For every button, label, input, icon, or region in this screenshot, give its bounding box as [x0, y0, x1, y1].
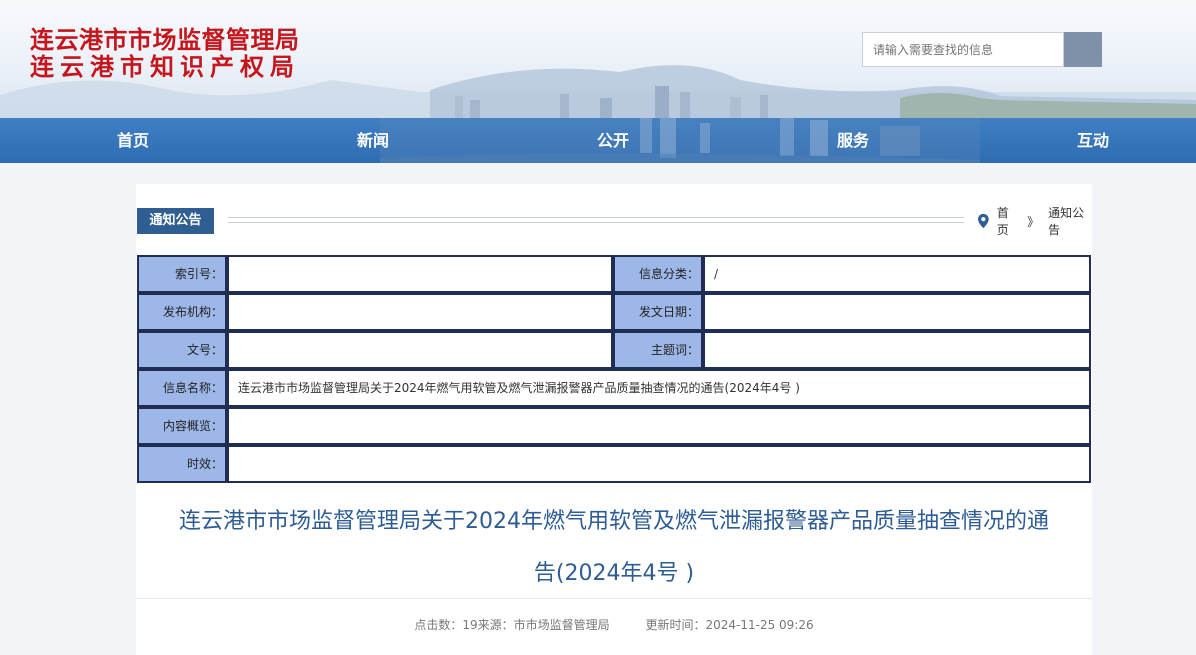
- site-logo[interactable]: 连云港市市场监督管理局 连云港市知识产权局: [30, 26, 300, 80]
- nav-item-home[interactable]: 首页: [73, 118, 193, 163]
- date-value: [703, 293, 1091, 331]
- docno-value: [227, 331, 613, 369]
- table-row: 内容概览：: [137, 407, 1091, 445]
- category-label: 信息分类：: [613, 255, 703, 293]
- meta-updated-time: 更新时间：2024-11-25 09:26: [645, 618, 814, 632]
- table-row: 文号： 主题词：: [137, 331, 1091, 369]
- validity-label: 时效：: [137, 445, 227, 483]
- table-row: 发布机构： 发文日期：: [137, 293, 1091, 331]
- nav-item-interact[interactable]: 互动: [1033, 118, 1153, 163]
- location-pin-icon: [978, 213, 989, 229]
- index-value: [227, 255, 613, 293]
- section-tag: 通知公告: [137, 208, 214, 234]
- org-name-line1: 连云港市市场监督管理局: [30, 25, 300, 54]
- section-divider: [228, 217, 964, 223]
- category-value: /: [703, 255, 1091, 293]
- summary-value: [227, 407, 1091, 445]
- breadcrumb-current[interactable]: 通知公告: [1048, 204, 1091, 238]
- validity-value: [227, 445, 1091, 483]
- breadcrumb-separator: 》: [1027, 214, 1040, 229]
- meta-clicks-source: 点击数：19来源：市市场监督管理局: [414, 618, 610, 632]
- org-name-line2: 连云港市知识产权局: [30, 52, 300, 81]
- nav-item-news[interactable]: 新闻: [313, 118, 433, 163]
- index-label: 索引号：: [137, 255, 227, 293]
- title-divider: [136, 598, 1092, 599]
- main-nav: 首页 新闻 公开 服务 互动: [0, 118, 1196, 163]
- subject-label: 主题词：: [613, 331, 703, 369]
- publisher-label: 发布机构：: [137, 293, 227, 331]
- date-label: 发文日期：: [613, 293, 703, 331]
- info-name-value: 连云港市市场监督管理局关于2024年燃气用软管及燃气泄漏报警器产品质量抽查情况的…: [227, 369, 1091, 407]
- breadcrumb-home[interactable]: 首页: [997, 204, 1018, 238]
- article-title: 连云港市市场监督管理局关于2024年燃气用软管及燃气泄漏报警器产品质量抽查情况的…: [136, 496, 1092, 600]
- site-header: 连云港市市场监督管理局 连云港市知识产权局: [0, 0, 1196, 118]
- article-title-line2: 告(2024年4号 ): [533, 561, 695, 586]
- nav-item-service[interactable]: 服务: [793, 118, 913, 163]
- summary-label: 内容概览：: [137, 407, 227, 445]
- article-title-line1: 连云港市市场监督管理局关于2024年燃气用软管及燃气泄漏报警器产品质量抽查情况的…: [179, 509, 1049, 534]
- docno-label: 文号：: [137, 331, 227, 369]
- table-row: 信息名称： 连云港市市场监督管理局关于2024年燃气用软管及燃气泄漏报警器产品质…: [137, 369, 1091, 407]
- nav-item-public[interactable]: 公开: [553, 118, 673, 163]
- search-button[interactable]: [1064, 32, 1102, 67]
- section-header: 通知公告 首页 》 通知公告: [137, 206, 1091, 237]
- subject-value: [703, 331, 1091, 369]
- article-meta: 点击数：19来源：市市场监督管理局 更新时间：2024-11-25 09:26: [136, 616, 1092, 633]
- search-box: [862, 32, 1102, 67]
- table-row: 时效：: [137, 445, 1091, 483]
- search-input[interactable]: [862, 32, 1064, 67]
- breadcrumb: 首页 》 通知公告: [978, 206, 1091, 237]
- search-icon: [1064, 32, 1102, 67]
- content-card: 通知公告 首页 》 通知公告 索引号： 信息分类： / 发布机构： 发文日期： …: [136, 184, 1092, 655]
- table-row: 索引号： 信息分类： /: [137, 255, 1091, 293]
- publisher-value: [227, 293, 613, 331]
- info-name-label: 信息名称：: [137, 369, 227, 407]
